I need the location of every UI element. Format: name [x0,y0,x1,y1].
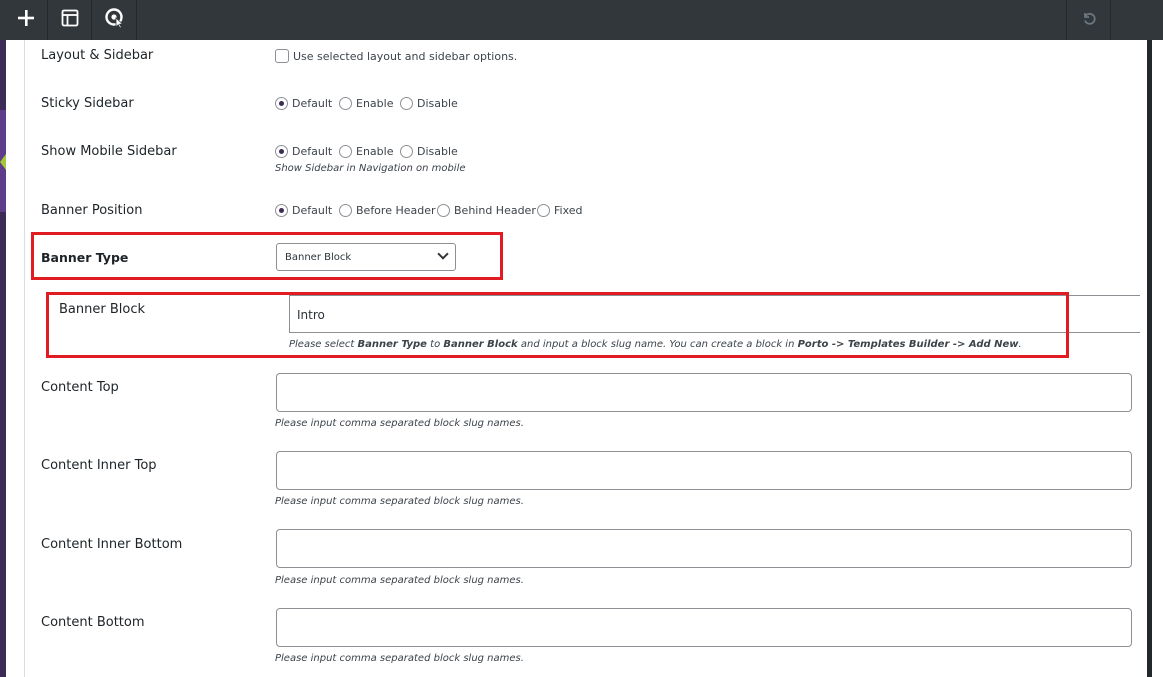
mobile-sidebar-default[interactable]: Default [275,145,332,158]
radio-label: Disable [417,97,458,110]
content-bottom-label: Content Bottom [41,615,145,630]
radio-label: Default [292,97,333,110]
layout-sidebar-option[interactable]: Use selected layout and sidebar options. [275,49,517,63]
scroll-area [1152,40,1163,677]
content-top-help: Please input comma separated block slug … [275,418,524,429]
radio-button[interactable] [537,204,550,217]
content-bottom-input[interactable] [276,608,1132,647]
radio-label: Before Header [356,204,436,217]
mobile-sidebar-enable[interactable]: Enable [339,145,393,158]
radio-label: Disable [417,145,458,158]
content-inner-top-input[interactable] [276,451,1132,490]
undo-icon [1081,10,1097,30]
content-top-label: Content Top [41,380,119,395]
sticky-sidebar-disable[interactable]: Disable [400,97,458,110]
toolbar-divider [1110,0,1111,40]
panel-edge [24,40,25,677]
porto-pointer-icon [104,7,126,33]
porto-studio-button[interactable] [93,0,137,40]
radio-button[interactable] [339,145,352,158]
banner-position-behind-header[interactable]: Behind Header [437,204,536,217]
show-mobile-sidebar-label: Show Mobile Sidebar [41,144,177,159]
radio-label: Behind Header [454,204,536,217]
meta-options-panel [6,40,1147,677]
radio-button[interactable] [339,97,352,110]
sticky-sidebar-enable[interactable]: Enable [339,97,393,110]
content-bottom-help: Please input comma separated block slug … [275,653,524,664]
content-top-input[interactable] [276,373,1132,412]
content-inner-top-help: Please input comma separated block slug … [275,496,524,507]
banner-block-highlight [46,292,1069,358]
banner-position-before-header[interactable]: Before Header [339,204,436,217]
plus-icon [17,9,35,31]
radio-button[interactable] [275,97,288,110]
radio-button[interactable] [275,204,288,217]
radio-label: Default [292,204,333,217]
sticky-sidebar-default[interactable]: Default [275,97,332,110]
radio-label: Fixed [554,204,583,217]
banner-position-label: Banner Position [41,203,143,218]
banner-position-fixed[interactable]: Fixed [537,204,583,217]
radio-button[interactable] [400,145,413,158]
radio-button[interactable] [275,145,288,158]
radio-label: Enable [356,97,394,110]
add-block-button[interactable] [4,0,48,40]
layout-sidebar-label: Layout & Sidebar [41,48,154,63]
mobile-sidebar-disable[interactable]: Disable [400,145,458,158]
banner-position-default[interactable]: Default [275,204,332,217]
content-inner-bottom-input[interactable] [276,529,1132,568]
top-toolbar [0,0,1163,40]
radio-button[interactable] [437,204,450,217]
radio-button[interactable] [339,204,352,217]
layout-sidebar-checkbox[interactable] [275,49,289,63]
mobile-sidebar-help: Show Sidebar in Navigation on mobile [275,163,466,174]
radio-button[interactable] [400,97,413,110]
content-inner-bottom-help: Please input comma separated block slug … [275,575,524,586]
layout-sidebar-checkbox-label: Use selected layout and sidebar options. [293,49,518,63]
content-inner-top-label: Content Inner Top [41,458,157,473]
content-inner-bottom-label: Content Inner Bottom [41,537,183,552]
radio-label: Default [292,145,333,158]
layout-icon [61,9,79,31]
radio-label: Enable [356,145,394,158]
undo-button[interactable] [1066,0,1110,40]
sticky-sidebar-label: Sticky Sidebar [41,96,134,111]
layout-button[interactable] [48,0,92,40]
banner-type-highlight [31,232,503,280]
